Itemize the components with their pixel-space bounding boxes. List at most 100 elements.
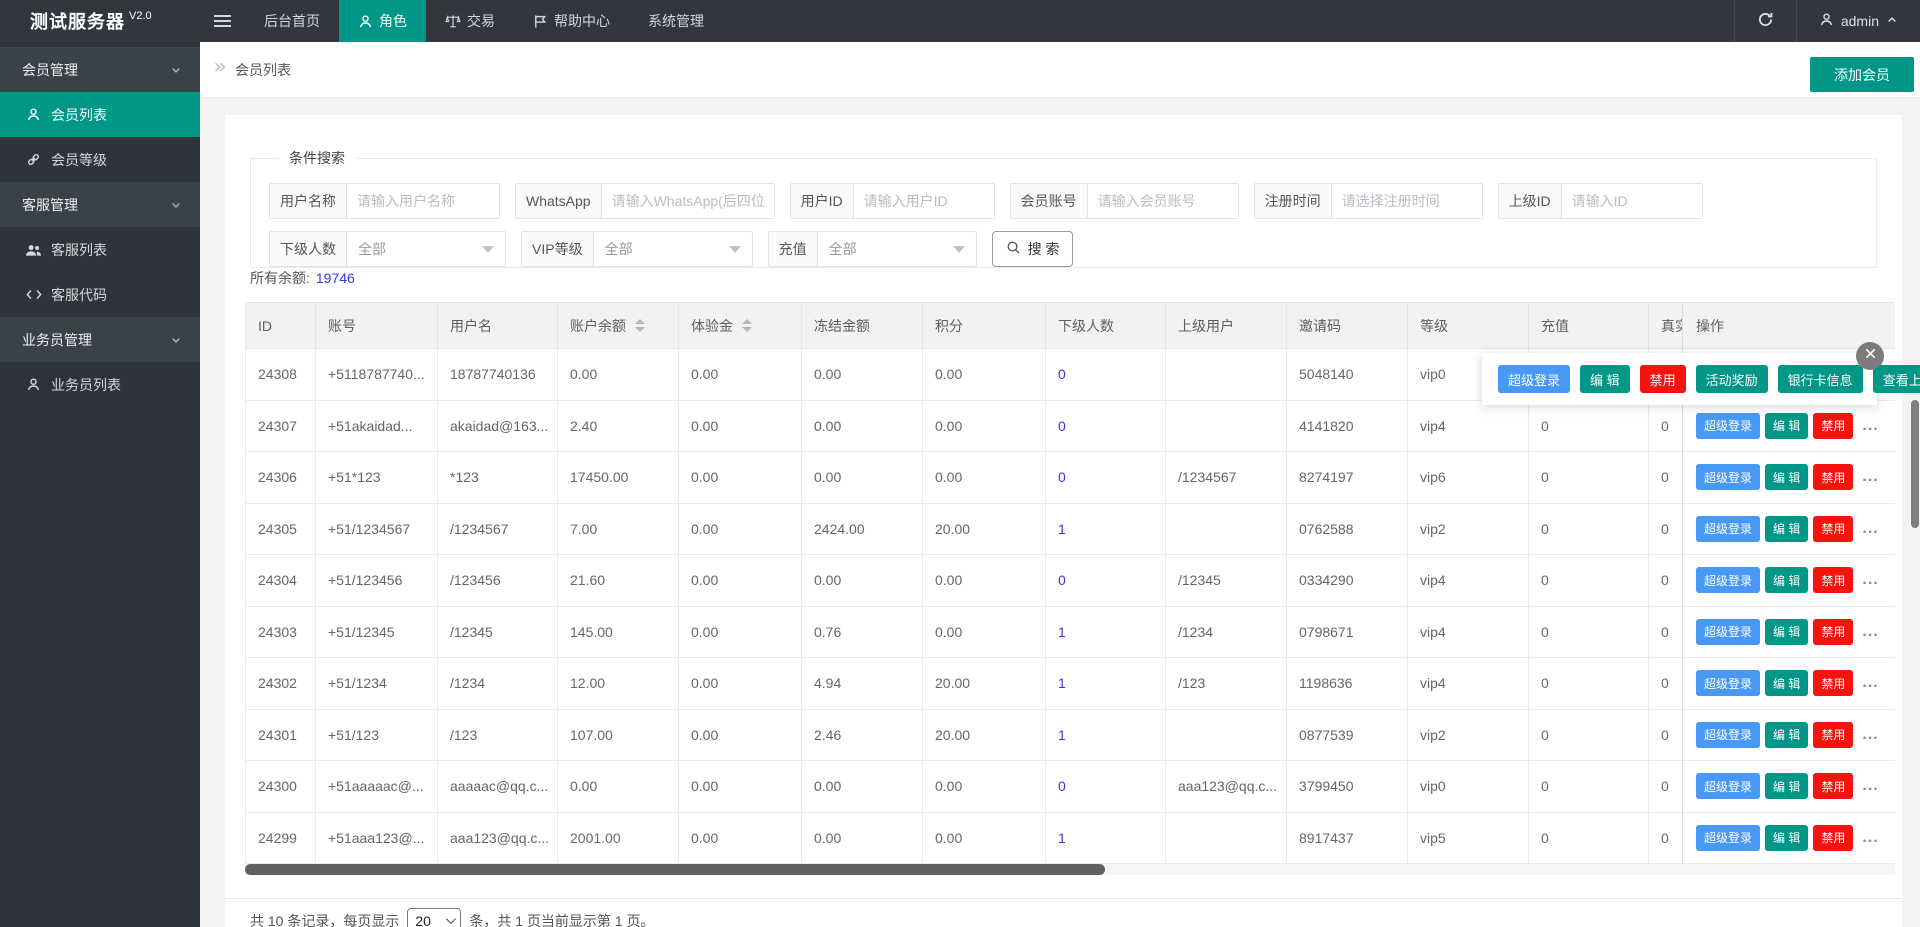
nav-item-help[interactable]: 帮助中心	[514, 0, 629, 42]
edit-button[interactable]: 编 辑	[1765, 722, 1808, 748]
edit-button[interactable]: 编 辑	[1765, 567, 1808, 593]
cell-points: 20.00	[923, 710, 1046, 761]
more-actions-button[interactable]: ...	[1862, 726, 1878, 744]
super-login-button[interactable]: 超级登录	[1696, 722, 1760, 748]
more-actions-button[interactable]: ...	[1862, 829, 1878, 847]
sidebar-item-member-level[interactable]: 会员等级	[0, 137, 200, 182]
disable-button[interactable]: 禁用	[1813, 825, 1853, 851]
superior-input[interactable]	[1562, 184, 1702, 218]
vip-level-select[interactable]: 全部	[594, 232, 752, 266]
disable-button[interactable]: 禁用	[1813, 722, 1853, 748]
sidebar-item-member-list[interactable]: 会员列表	[0, 92, 200, 137]
sidebar-group-service[interactable]: 客服管理	[0, 182, 200, 227]
search-button[interactable]: 搜 索	[992, 231, 1074, 267]
sidebar-group-salesman[interactable]: 业务员管理	[0, 317, 200, 362]
activity-bonus-button[interactable]: 活动奖励	[1696, 365, 1768, 393]
cell-subordinates[interactable]: 0	[1046, 401, 1166, 452]
sidebar-item-salesman-list[interactable]: 业务员列表	[0, 362, 200, 407]
whatsapp-input[interactable]	[602, 184, 774, 218]
more-actions-button[interactable]: ...	[1862, 623, 1878, 641]
disable-button[interactable]: 禁用	[1813, 773, 1853, 799]
more-actions-button[interactable]: ...	[1862, 520, 1878, 538]
more-actions-button[interactable]: ...	[1862, 571, 1878, 589]
disable-button[interactable]: 禁用	[1640, 365, 1686, 393]
edit-button[interactable]: 编 辑	[1765, 670, 1808, 696]
cell-subordinates[interactable]: 0	[1046, 349, 1166, 400]
cell-subordinates[interactable]: 0	[1046, 555, 1166, 606]
cell-trial: 0.00	[679, 401, 802, 452]
super-login-button[interactable]: 超级登录	[1696, 464, 1760, 490]
close-popup-button[interactable]	[1856, 342, 1884, 370]
sidebar-group-member[interactable]: 会员管理	[0, 47, 200, 92]
cell-subordinates[interactable]: 1	[1046, 710, 1166, 761]
edit-button[interactable]: 编 辑	[1765, 825, 1808, 851]
super-login-button[interactable]: 超级登录	[1696, 619, 1760, 645]
username-input[interactable]	[347, 184, 499, 218]
account-input[interactable]	[1088, 184, 1238, 218]
sidebar-item-label: 客服列表	[51, 240, 107, 260]
cell-subordinates[interactable]: 1	[1046, 607, 1166, 658]
disable-button[interactable]: 禁用	[1813, 413, 1853, 439]
cell-subordinates[interactable]: 1	[1046, 504, 1166, 555]
add-member-button[interactable]: 添加会员	[1810, 57, 1914, 92]
more-actions-button[interactable]: ...	[1862, 417, 1878, 435]
edit-button[interactable]: 编 辑	[1765, 619, 1808, 645]
bank-card-info-button[interactable]: 银行卡信息	[1778, 365, 1863, 393]
recharge-select[interactable]: 全部	[818, 232, 976, 266]
view-superior-button[interactable]: 查看上级	[1873, 365, 1920, 393]
cell-subordinates[interactable]: 1	[1046, 658, 1166, 709]
sort-asc-button[interactable]	[635, 319, 645, 324]
super-login-button[interactable]: 超级登录	[1696, 670, 1760, 696]
page-size-select[interactable]: 20	[407, 908, 461, 927]
edit-button[interactable]: 编 辑	[1580, 365, 1630, 393]
sidebar-item-service-list[interactable]: 客服列表	[0, 227, 200, 272]
subordinates-select[interactable]: 全部	[347, 232, 505, 266]
edit-button[interactable]: 编 辑	[1765, 413, 1808, 439]
sort-asc-button[interactable]	[742, 319, 752, 324]
nav-item-home[interactable]: 后台首页	[245, 0, 339, 42]
super-login-button[interactable]: 超级登录	[1696, 825, 1760, 851]
horizontal-scrollbar-track[interactable]	[245, 864, 1895, 875]
cell-subordinates[interactable]: 0	[1046, 452, 1166, 503]
cell-frozen: 2.46	[802, 710, 923, 761]
main-content: 会员列表 添加会员 条件搜索 用户名称WhatsApp用户ID会员账号注册时间上…	[200, 42, 1920, 927]
cell-subordinates[interactable]: 1	[1046, 813, 1166, 864]
sidebar-item-service-code[interactable]: 客服代码	[0, 272, 200, 317]
userid-input[interactable]	[854, 184, 994, 218]
total-balance: 所有余额:19746	[250, 268, 355, 288]
nav-item-label: 角色	[379, 11, 407, 31]
edit-button[interactable]: 编 辑	[1765, 516, 1808, 542]
app-logo: 测试服务器V2.0	[0, 0, 200, 42]
sort-desc-button[interactable]	[742, 327, 752, 332]
super-login-button[interactable]: 超级登录	[1696, 516, 1760, 542]
super-login-button[interactable]: 超级登录	[1498, 365, 1570, 393]
super-login-button[interactable]: 超级登录	[1696, 413, 1760, 439]
menu-toggle-button[interactable]	[200, 0, 245, 42]
refresh-button[interactable]	[1734, 0, 1796, 42]
disable-button[interactable]: 禁用	[1813, 516, 1853, 542]
disable-button[interactable]: 禁用	[1813, 464, 1853, 490]
row-actions: 超级登录编 辑禁用...	[1683, 452, 1895, 504]
cell-balance: 17450.00	[558, 452, 679, 503]
regtime-input[interactable]	[1332, 184, 1482, 218]
more-actions-button[interactable]: ...	[1862, 777, 1878, 795]
disable-button[interactable]: 禁用	[1813, 619, 1853, 645]
more-actions-button[interactable]: ...	[1862, 674, 1878, 692]
more-actions-button[interactable]: ...	[1862, 468, 1878, 486]
disable-button[interactable]: 禁用	[1813, 567, 1853, 593]
nav-item-trade[interactable]: 交易	[426, 0, 514, 42]
cell-subordinates[interactable]: 0	[1046, 761, 1166, 812]
vertical-scrollbar-thumb[interactable]	[1911, 400, 1919, 528]
horizontal-scrollbar-thumb[interactable]	[245, 864, 1105, 875]
super-login-button[interactable]: 超级登录	[1696, 567, 1760, 593]
super-login-button[interactable]: 超级登录	[1696, 773, 1760, 799]
cell-account: +51akaidad...	[316, 401, 438, 452]
nav-item-system[interactable]: 系统管理	[629, 0, 723, 42]
edit-button[interactable]: 编 辑	[1765, 773, 1808, 799]
table-body: 24308+5118787740...187877401360.000.000.…	[245, 349, 1895, 864]
sort-desc-button[interactable]	[635, 327, 645, 332]
edit-button[interactable]: 编 辑	[1765, 464, 1808, 490]
nav-item-role[interactable]: 角色	[339, 0, 426, 42]
disable-button[interactable]: 禁用	[1813, 670, 1853, 696]
user-menu[interactable]: admin	[1796, 0, 1920, 42]
